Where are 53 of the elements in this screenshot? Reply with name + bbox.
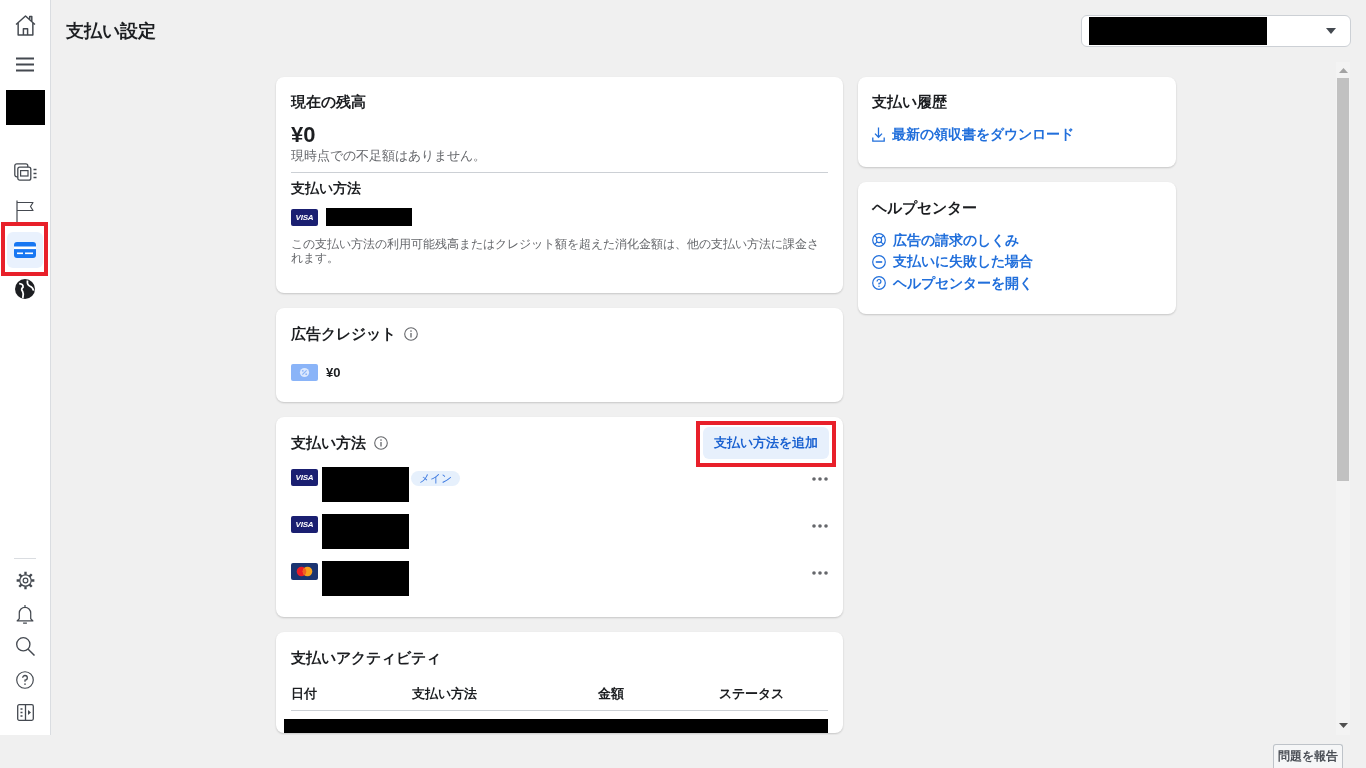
card-brand-icon — [291, 563, 318, 580]
credit-amount: ¥0 — [326, 364, 341, 381]
card-title: 支払い方法 — [291, 433, 366, 453]
lifebuoy-icon — [872, 233, 886, 248]
section-title: 支払い方法 — [291, 179, 362, 198]
help-icon — [872, 276, 886, 291]
flag-icon — [16, 199, 34, 223]
help-link[interactable]: ヘルプセンターを開く — [872, 272, 1033, 294]
more-icon[interactable] — [812, 524, 828, 528]
card-brand-logo: VISA — [291, 469, 318, 486]
card-button[interactable] — [7, 232, 43, 268]
card-title: 広告クレジット — [291, 324, 396, 344]
card-brand-logo: VISA — [291, 516, 318, 533]
download-receipt-link[interactable]: 最新の領収書をダウンロード — [872, 124, 1074, 146]
more-icon[interactable] — [812, 477, 828, 481]
info-icon[interactable] — [374, 436, 388, 450]
column-header: 金額 — [598, 685, 625, 703]
help-link[interactable]: 広告の請求のしくみ — [872, 229, 1019, 251]
column-header: 日付 — [291, 685, 318, 703]
caret-icon — [1326, 28, 1336, 34]
globe-icon — [15, 279, 35, 299]
card-title: 支払いアクティビティ — [291, 648, 442, 668]
balance-note: 現時点での不足額はありません。 — [291, 148, 487, 164]
description-text: この支払い方法の利用可能残高またはクレジット額を超えた消化金額は、他の支払い方法に課金されます。 — [291, 237, 820, 265]
panel-icon — [16, 704, 34, 721]
download-icon — [872, 127, 885, 143]
coupon-icon — [291, 364, 318, 381]
home-icon — [14, 14, 36, 36]
more-icon[interactable] — [812, 571, 828, 575]
report-problem-button[interactable]: 問題を報告 — [1273, 744, 1343, 768]
help-icon — [16, 670, 34, 689]
minus-circle-icon — [872, 254, 886, 269]
card-brand-logo: VISA — [291, 208, 318, 226]
gallery-icon — [13, 162, 37, 182]
info-icon[interactable] — [404, 327, 418, 341]
card-title: ヘルプセンター — [872, 197, 978, 218]
credit-card-icon — [14, 242, 36, 258]
settings-icon — [15, 571, 35, 590]
page-title: 支払い設定 — [66, 20, 156, 43]
scroll-down-icon[interactable] — [1338, 723, 1348, 728]
column-header: 支払い方法 — [412, 685, 478, 703]
menu-icon — [16, 56, 34, 72]
account-dropdown[interactable] — [1081, 15, 1351, 47]
balance-amount: ¥0 — [291, 122, 317, 148]
card-title: 支払い履歴 — [872, 92, 948, 112]
primary-badge: メイン — [411, 471, 460, 486]
add-payment-method-button[interactable]: 支払い方法を追加 — [703, 427, 829, 459]
help-link[interactable]: 支払いに失敗した場合 — [872, 251, 1033, 273]
column-header: ステータス — [719, 685, 785, 703]
bell-icon — [16, 603, 34, 624]
card-title: 現在の残高 — [291, 92, 367, 112]
search-icon — [15, 637, 35, 656]
scrollbar-thumb[interactable] — [1337, 78, 1349, 481]
